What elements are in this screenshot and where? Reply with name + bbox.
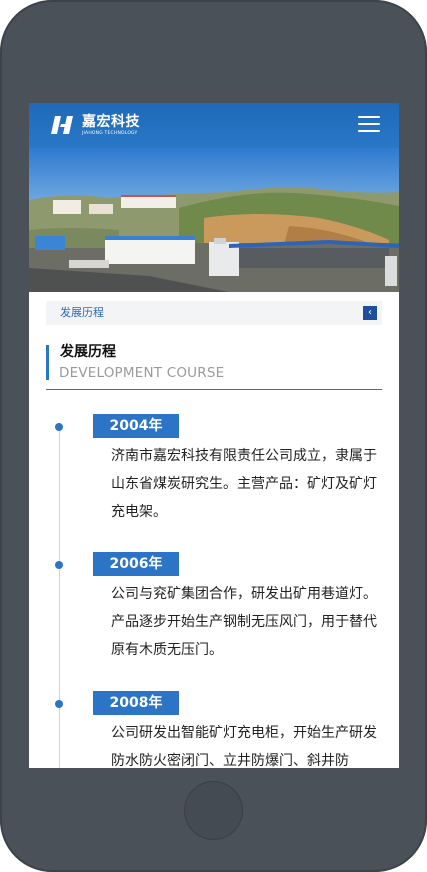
home-button[interactable] <box>184 781 243 840</box>
screen: 嘉宏科技 JIAHONG TECHNOLOGY 发展历程 ‹ 发展历程 DEVE… <box>29 103 399 768</box>
timeline-line <box>59 426 60 768</box>
logo-mark-icon[interactable] <box>49 114 77 136</box>
timeline-year: 2006年 <box>93 552 179 576</box>
timeline-text: 公司研发出智能矿灯充电柜，开始生产研发防水防火密闭门、立井防爆门、斜井防 <box>111 725 377 768</box>
logo-name[interactable]: 嘉宏科技 <box>82 114 140 130</box>
section-subtitle: DEVELOPMENT COURSE <box>59 365 225 381</box>
section-title: 发展历程 <box>60 344 116 360</box>
timeline-text: 公司与兖矿集团合作，研发出矿用巷道灯。产品逐步开始生产钢制无压风门，用于替代原有… <box>111 586 377 658</box>
timeline-dot <box>55 423 63 431</box>
banner-image <box>29 148 399 292</box>
timeline-text: 济南市嘉宏科技有限责任公司成立，隶属于山东省煤炭研究生。主营产品：矿灯及矿灯充电… <box>111 448 377 520</box>
top-navbar: 嘉宏科技 JIAHONG TECHNOLOGY <box>29 103 399 148</box>
breadcrumb: 发展历程 ‹ <box>46 301 382 325</box>
chevron-left-icon[interactable]: ‹ <box>363 306 377 320</box>
timeline-dot <box>55 561 63 569</box>
timeline-year: 2004年 <box>93 414 179 438</box>
section-accent-bar <box>46 345 49 380</box>
timeline-dot <box>55 700 63 708</box>
breadcrumb-label[interactable]: 发展历程 <box>60 306 104 320</box>
menu-icon[interactable] <box>358 116 380 134</box>
logo-subtitle: JIAHONG TECHNOLOGY <box>82 131 138 136</box>
section-divider <box>46 389 382 390</box>
timeline-year: 2008年 <box>93 691 179 715</box>
